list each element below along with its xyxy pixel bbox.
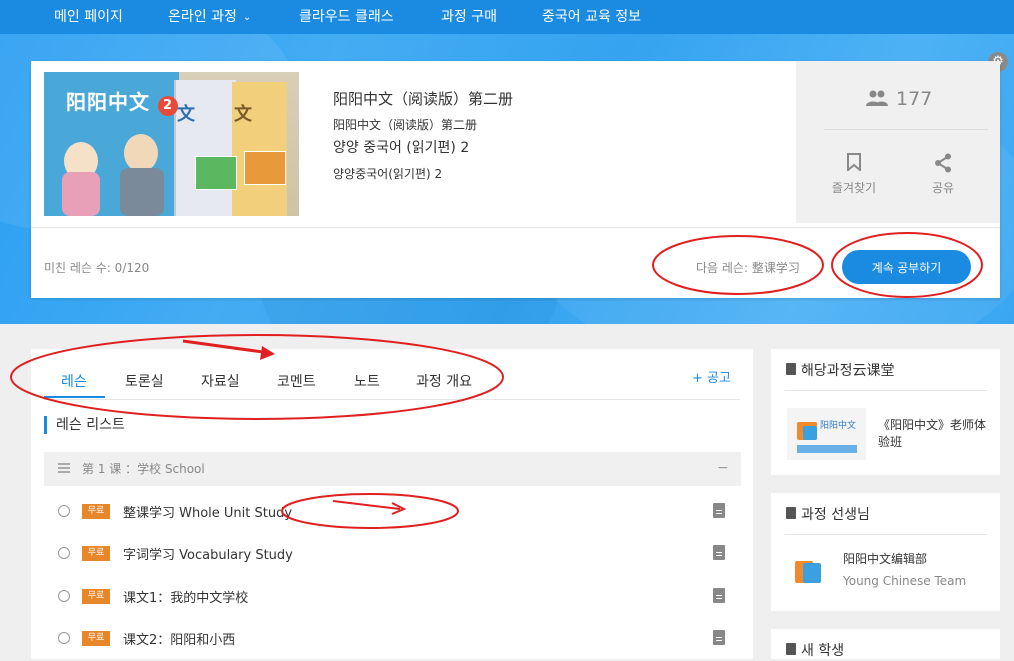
tab-notes[interactable]: 노트	[354, 371, 380, 391]
teacher-name[interactable]: 阳阳中文编辑部	[843, 550, 927, 567]
thumbnail-book3-text: 文	[234, 104, 252, 125]
cloud-class-title: 해당과정云课堂	[801, 363, 895, 379]
free-badge: 무료	[82, 631, 110, 646]
lesson-title[interactable]: 整课学习 Whole Unit Study	[123, 502, 292, 521]
users-icon	[866, 90, 888, 106]
contact-icon	[786, 507, 796, 519]
favorite-label: 즐겨찾기	[831, 181, 877, 195]
lesson-list-title: 레슨 리스트	[44, 416, 125, 434]
teacher-avatar[interactable]	[789, 555, 829, 589]
lesson-panel: 레슨 토론실 자료실 코멘트 노트 과정 개요 + 공고 레슨 리스트 第 1 …	[31, 349, 753, 659]
tab-bar: 레슨 토론실 자료실 코멘트 노트 과정 개요 + 공고	[44, 349, 740, 400]
lesson-title[interactable]: 课文1：我的中文学校	[123, 587, 248, 606]
lesson-progress: 미친 레슨 수: 0/120	[44, 261, 150, 275]
nav-purchase[interactable]: 과정 구매	[441, 0, 497, 34]
teacher-card-title: 과정 선생님	[801, 507, 870, 523]
tab-overview[interactable]: 과정 개요	[416, 371, 472, 391]
student-count: 177	[866, 88, 932, 110]
chevron-down-icon: ⌄	[242, 12, 252, 23]
collapse-icon[interactable]: −	[717, 452, 729, 484]
active-tab-indicator	[44, 396, 105, 398]
tab-comments[interactable]: 코멘트	[277, 371, 316, 391]
students-icon	[786, 643, 796, 655]
tab-lessons[interactable]: 레슨	[61, 371, 87, 391]
document-icon	[713, 588, 725, 603]
lesson-title[interactable]: 课文2：阳阳和小西	[123, 629, 235, 648]
lesson-row[interactable]: 무료 课文1：我的中文学校	[44, 577, 741, 619]
radio-circle-icon	[58, 632, 70, 644]
free-badge: 무료	[82, 546, 110, 561]
course-thumbnail: 阳阳中文 2 文 文	[44, 72, 299, 216]
teacher-card: 과정 선생님 阳阳中文编辑部 Young Chinese Team	[771, 493, 1000, 611]
list-icon	[58, 463, 70, 475]
students-card: 새 학생	[771, 629, 1000, 659]
notice-link[interactable]: + 공고	[692, 367, 731, 386]
lesson-title[interactable]: 字词学习 Vocabulary Study	[123, 544, 293, 563]
radio-circle-icon	[58, 547, 70, 559]
course-subtitle: 阳阳中文（阅读版）第二册	[333, 118, 478, 132]
cloud-class-item[interactable]: 《阳阳中文》老师体验班	[878, 417, 988, 451]
nav-home[interactable]: 메인 페이지	[54, 0, 123, 34]
free-badge: 무료	[82, 589, 110, 604]
course-title: 阳阳中文（阅读版）第二册	[333, 90, 514, 108]
nav-online-courses[interactable]: 온라인 과정 ⌄	[168, 0, 251, 34]
top-nav: 메인 페이지 온라인 과정 ⌄ 클라우드 클래스 과정 구매 중국어 교육 정보	[0, 0, 1014, 34]
students-card-title: 새 학생	[801, 643, 845, 659]
share-icon	[913, 153, 973, 175]
thumbnail-title: 阳阳中文 2	[66, 86, 178, 116]
document-icon	[713, 545, 725, 560]
thumbnail-book2-text: 文	[177, 104, 195, 125]
bookmark-icon	[824, 153, 884, 175]
cube-icon	[786, 363, 796, 375]
document-icon	[713, 630, 725, 645]
chapter-label: 第 1 课 ：学校 School	[82, 462, 205, 476]
free-badge: 무료	[82, 504, 110, 519]
lesson-row[interactable]: 무료 课文2：阳阳和小西	[44, 619, 741, 661]
student-count-value: 177	[896, 88, 933, 110]
course-stats: 177 즐겨찾기 공유	[796, 61, 1000, 223]
cloud-class-logo-text: 阳阳中文	[820, 421, 857, 431]
course-card: 阳阳中文 2 文 文 阳阳中文（阅读版）第二册 阳阳中文（阅读版）第二册 양양 …	[31, 61, 1000, 298]
continue-study-button[interactable]: 계속 공부하기	[842, 250, 971, 284]
lesson-row[interactable]: 무료 整课学习 Whole Unit Study	[44, 492, 741, 534]
radio-circle-icon	[58, 505, 70, 517]
chapter-header[interactable]: 第 1 课 ：学校 School −	[44, 452, 741, 486]
course-subtitle-ko: 양양중국어(읽기편) 2	[333, 167, 443, 181]
teacher-team: Young Chinese Team	[843, 574, 967, 588]
favorite-button[interactable]: 즐겨찾기	[824, 153, 884, 196]
share-button[interactable]: 공유	[913, 153, 973, 196]
lesson-row[interactable]: 무료 字词学习 Vocabulary Study	[44, 534, 741, 576]
share-label: 공유	[931, 181, 955, 195]
tab-resources[interactable]: 자료실	[201, 371, 240, 391]
nav-education-info[interactable]: 중국어 교육 정보	[542, 0, 641, 34]
nav-online-courses-label: 온라인 과정	[168, 9, 237, 25]
cloud-class-card: 해당과정云课堂 阳阳中文 《阳阳中文》老师体验班	[771, 349, 1000, 475]
next-lesson[interactable]: 다음 레슨: 整课学习	[696, 259, 800, 276]
radio-circle-icon	[58, 590, 70, 602]
course-title-ko: 양양 중국어 (읽기편) 2	[333, 140, 470, 156]
nav-cloud-class[interactable]: 클라우드 클래스	[299, 0, 394, 34]
cloud-class-logo[interactable]: 阳阳中文	[787, 408, 866, 460]
document-icon	[713, 503, 725, 518]
tab-discussion[interactable]: 토론실	[125, 371, 164, 391]
